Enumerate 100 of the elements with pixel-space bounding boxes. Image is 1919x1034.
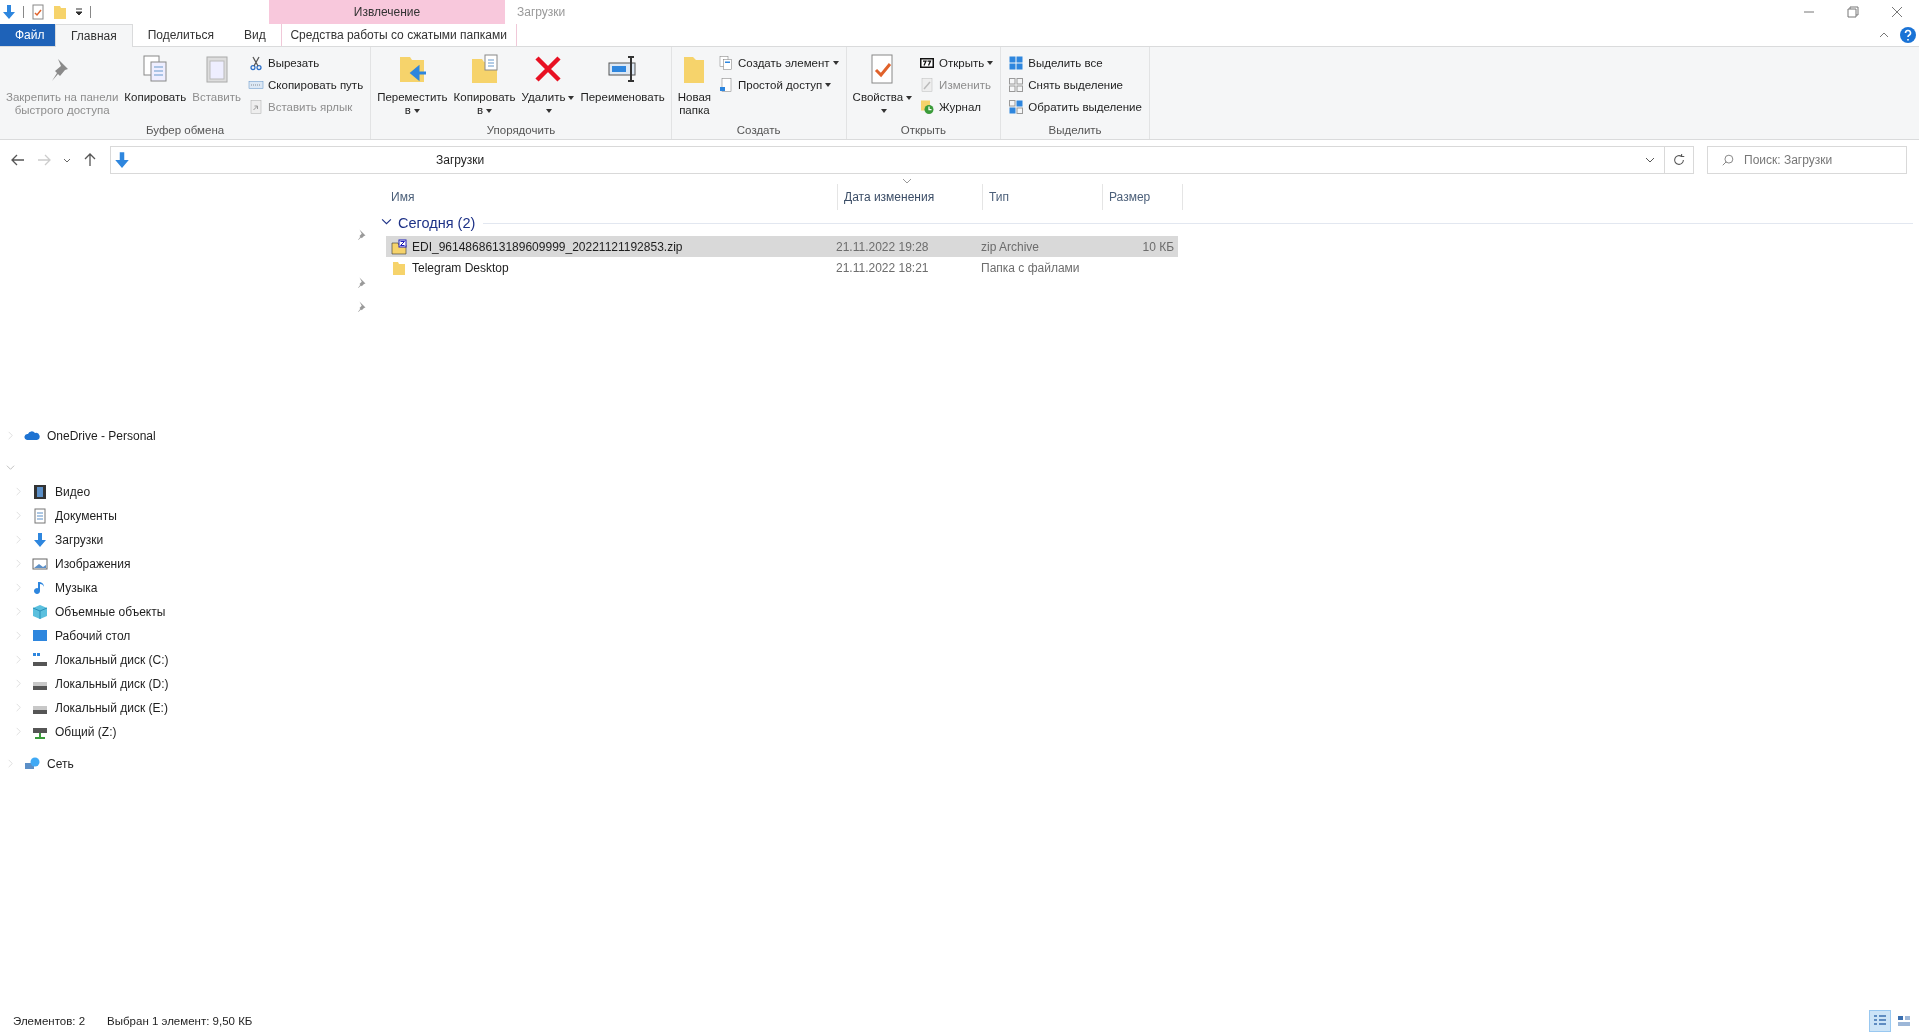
image-icon (32, 556, 48, 572)
nav-item[interactable]: Видео (55, 485, 91, 499)
dropdown-icon[interactable] (74, 7, 84, 17)
chevron-right-icon[interactable] (14, 511, 23, 520)
nav-item[interactable]: Локальный диск (C:) (55, 653, 169, 667)
search-field[interactable]: Поиск: Загрузки (1707, 146, 1907, 174)
chevron-right-icon[interactable] (14, 487, 23, 496)
ribbon-button[interactable]: Выделить все (1005, 53, 1145, 73)
ribbon-button[interactable]: Создать элемент (715, 53, 842, 73)
ribbon-button[interactable]: Простой доступ (715, 75, 842, 95)
grid-icon (1008, 77, 1025, 93)
file-row[interactable]: EDI_9614868613189609999_20221121192853.zip 21.11.2022 19:28 zip Archive 10 КБ (386, 236, 1178, 257)
column-header[interactable]: Имя (385, 184, 838, 210)
nav-item[interactable]: Локальный диск (E:) (55, 701, 168, 715)
chevron-right-icon[interactable] (14, 679, 23, 688)
file-name: EDI_9614868613189609999_20221121192853.zip (412, 239, 683, 254)
pin-icon[interactable] (355, 276, 367, 288)
date-cell: 21.11.2022 19:28 (836, 239, 929, 254)
chevron-right-icon[interactable] (14, 535, 23, 544)
group-label: Выделить (1047, 123, 1103, 138)
nav-item[interactable]: Документы (55, 509, 117, 523)
film-icon (32, 484, 48, 500)
nav-item[interactable]: Объемные объекты (55, 605, 166, 619)
network-icon (24, 756, 40, 772)
help-icon[interactable] (1900, 27, 1916, 43)
file-name: Telegram Desktop (412, 260, 509, 275)
ribbon-button[interactable]: Скопировать путь (245, 75, 367, 95)
chevron-down-icon[interactable] (1645, 155, 1655, 165)
address-path[interactable]: Загрузки (436, 153, 1645, 167)
chevron-right-icon[interactable] (14, 559, 23, 568)
nav-item[interactable]: Рабочий стол (55, 629, 131, 643)
properties-icon[interactable] (30, 4, 46, 20)
file-tab[interactable]: Файл (0, 24, 55, 46)
ribbon-button[interactable]: Копировать в (451, 53, 518, 117)
grid-icon (1008, 55, 1025, 71)
chevron-right-icon[interactable] (14, 583, 23, 592)
chevron-right-icon[interactable] (6, 431, 15, 440)
window-title: Загрузки (516, 4, 567, 21)
zip-folder-icon (391, 238, 407, 255)
context-tab-header: Извлечение (269, 0, 505, 24)
history-icon (919, 99, 936, 115)
chevron-right-icon[interactable] (14, 607, 23, 616)
ribbon-button[interactable]: Вырезать (245, 53, 367, 73)
shortcut-icon (248, 99, 264, 115)
pin-icon[interactable] (355, 300, 367, 312)
ribbon-button[interactable]: Удалить (519, 53, 577, 117)
group-header[interactable]: Сегодня (2) (398, 215, 476, 231)
rename-icon (606, 53, 639, 85)
cube-icon (32, 604, 48, 620)
desktop-icon (32, 628, 48, 644)
group-label: Упорядочить (485, 123, 557, 138)
grid-icon (1008, 99, 1025, 115)
group-label: Буфер обмена (145, 123, 226, 138)
chevron-right-icon[interactable] (14, 703, 23, 712)
search-icon (1721, 153, 1735, 167)
new-item-icon (718, 55, 735, 71)
ribbon-button[interactable]: Копировать (122, 53, 189, 104)
pin-icon[interactable] (355, 228, 367, 240)
ribbon-tab[interactable]: Главная (55, 24, 133, 47)
drive-icon (32, 652, 48, 668)
details-view-icon[interactable] (1869, 1010, 1891, 1032)
group-label: Создать (735, 123, 782, 138)
edit-icon (919, 77, 936, 93)
file-row[interactable]: Telegram Desktop 21.11.2022 18:21 Папка с файлами (386, 257, 1178, 278)
chevron-right-icon[interactable] (14, 655, 23, 664)
document-icon (718, 77, 735, 93)
download-icon[interactable] (1, 4, 17, 20)
folder-icon (391, 259, 407, 276)
item-count: Элементов: 2 (13, 1015, 86, 1027)
ribbon-button[interactable]: Снять выделение (1005, 75, 1145, 95)
type-cell: Папка с файлами (981, 260, 1080, 275)
size-cell: 10 КБ (1142, 239, 1174, 254)
nav-item[interactable]: Музыка (55, 581, 98, 595)
nav-item[interactable]: Сеть (47, 757, 74, 771)
ribbon-button[interactable]: Журнал (916, 97, 997, 117)
selection-info: Выбран 1 элемент: 9,50 КБ (107, 1015, 253, 1027)
chevron-right-icon[interactable] (14, 631, 23, 640)
date-cell: 21.11.2022 18:21 (836, 260, 929, 275)
column-header[interactable]: Размер (1103, 184, 1183, 210)
nav-item[interactable]: Загрузки (55, 533, 104, 547)
folder-icon[interactable] (52, 4, 68, 20)
chevron-down-icon[interactable] (381, 216, 392, 227)
ribbon-button[interactable]: Свойства (850, 53, 915, 117)
ribbon-button[interactable]: Переименовать (578, 53, 667, 104)
nav-item[interactable]: OneDrive - Personal (47, 429, 156, 443)
ribbon-button[interactable]: Новая папка (675, 53, 714, 117)
context-tab[interactable]: Средства работы со сжатыми папками (280, 24, 517, 46)
column-header[interactable]: Дата изменения (838, 184, 983, 210)
type-cell: zip Archive (981, 239, 1040, 254)
nav-item[interactable]: Изображения (55, 557, 131, 571)
ribbon-button[interactable]: Открыть (916, 53, 997, 73)
address-bar[interactable]: Загрузки (110, 146, 1665, 174)
chevron-right-icon[interactable] (14, 727, 23, 736)
refresh-icon[interactable] (1665, 146, 1694, 174)
nav-item[interactable]: Локальный диск (D:) (55, 677, 169, 691)
ribbon-button[interactable]: Переместить в (375, 53, 450, 117)
column-header[interactable]: Тип (983, 184, 1103, 210)
chevron-right-icon[interactable] (6, 759, 15, 768)
ribbon-button[interactable]: Обратить выделение (1005, 97, 1145, 117)
nav-item[interactable]: Общий (Z:) (55, 725, 117, 739)
